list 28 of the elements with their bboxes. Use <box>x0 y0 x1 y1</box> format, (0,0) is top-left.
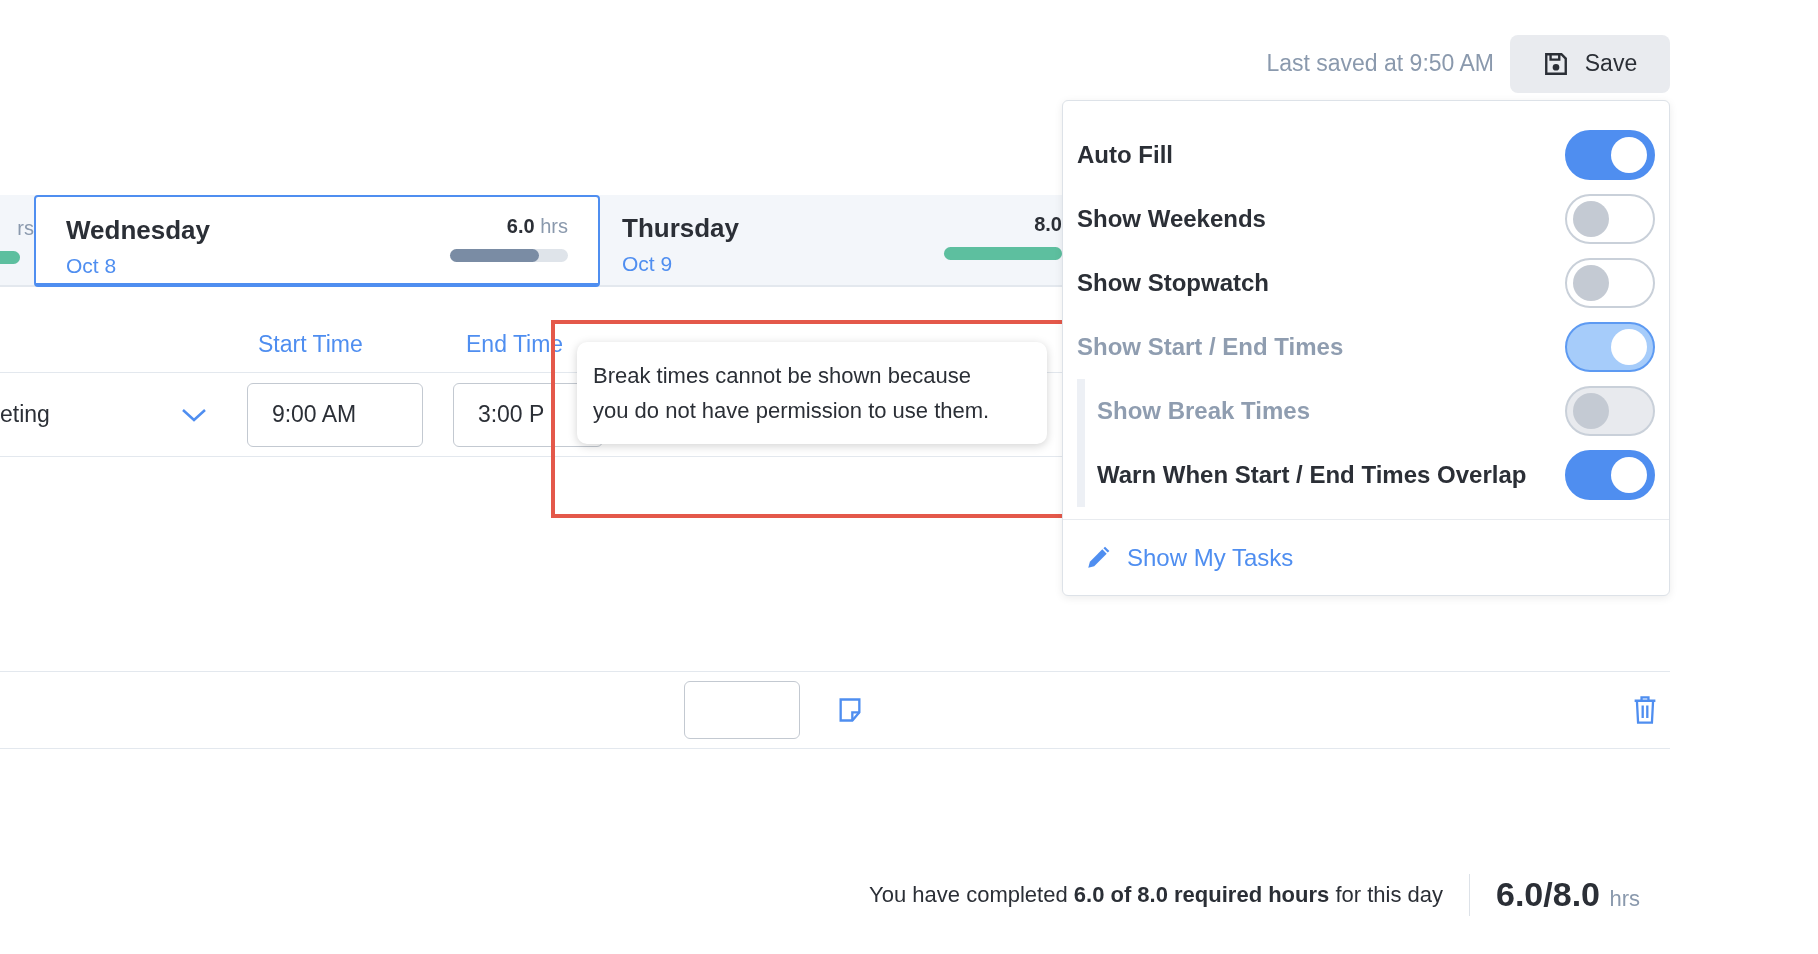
day-hours: 8.0 <box>1034 212 1062 237</box>
chevron-down-icon[interactable] <box>180 406 207 423</box>
toggle-label: Warn When Start / End Times Overlap <box>1097 460 1527 490</box>
last-saved-text: Last saved at 9:50 AM <box>1266 49 1494 79</box>
day-date: Oct 8 <box>66 253 118 279</box>
toggle-label: Show Stopwatch <box>1077 268 1269 298</box>
day-name: Thursday <box>622 212 740 245</box>
pencil-icon <box>1085 544 1111 571</box>
day-date: Oct 9 <box>622 251 674 277</box>
summary-text: You have completed 6.0 of 8.0 required hours for this day <box>869 881 1443 909</box>
toggle-switch[interactable] <box>1565 194 1655 244</box>
day-tab[interactable]: Thursday Oct 9 8.0 <box>600 195 1062 287</box>
day-tab[interactable]: Wednesday Oct 8 6.0 hrs <box>34 195 600 287</box>
tooltip: Break times cannot be shown because you do not have permission to use them. <box>577 342 1047 445</box>
toggle-switch[interactable] <box>1565 130 1655 180</box>
trash-icon[interactable] <box>1632 695 1658 725</box>
toggle-label: Show Break Times <box>1097 396 1310 426</box>
hours-total: 6.0/8.0 hrs <box>1496 874 1640 915</box>
day-hours: 6.0 hrs <box>506 214 568 239</box>
toggle-switch[interactable] <box>1565 258 1655 308</box>
save-button[interactable]: Save <box>1510 34 1670 93</box>
toggle-label: Auto Fill <box>1077 140 1173 170</box>
day-name: Wednesday <box>66 214 210 247</box>
time-field[interactable]: 9:00 AM <box>246 382 423 447</box>
total-field[interactable] <box>684 681 800 739</box>
task-name: eting <box>0 400 50 430</box>
toggle-label: Show Start / End Times <box>1077 332 1344 362</box>
toggle-label: Show Weekends <box>1077 204 1266 234</box>
